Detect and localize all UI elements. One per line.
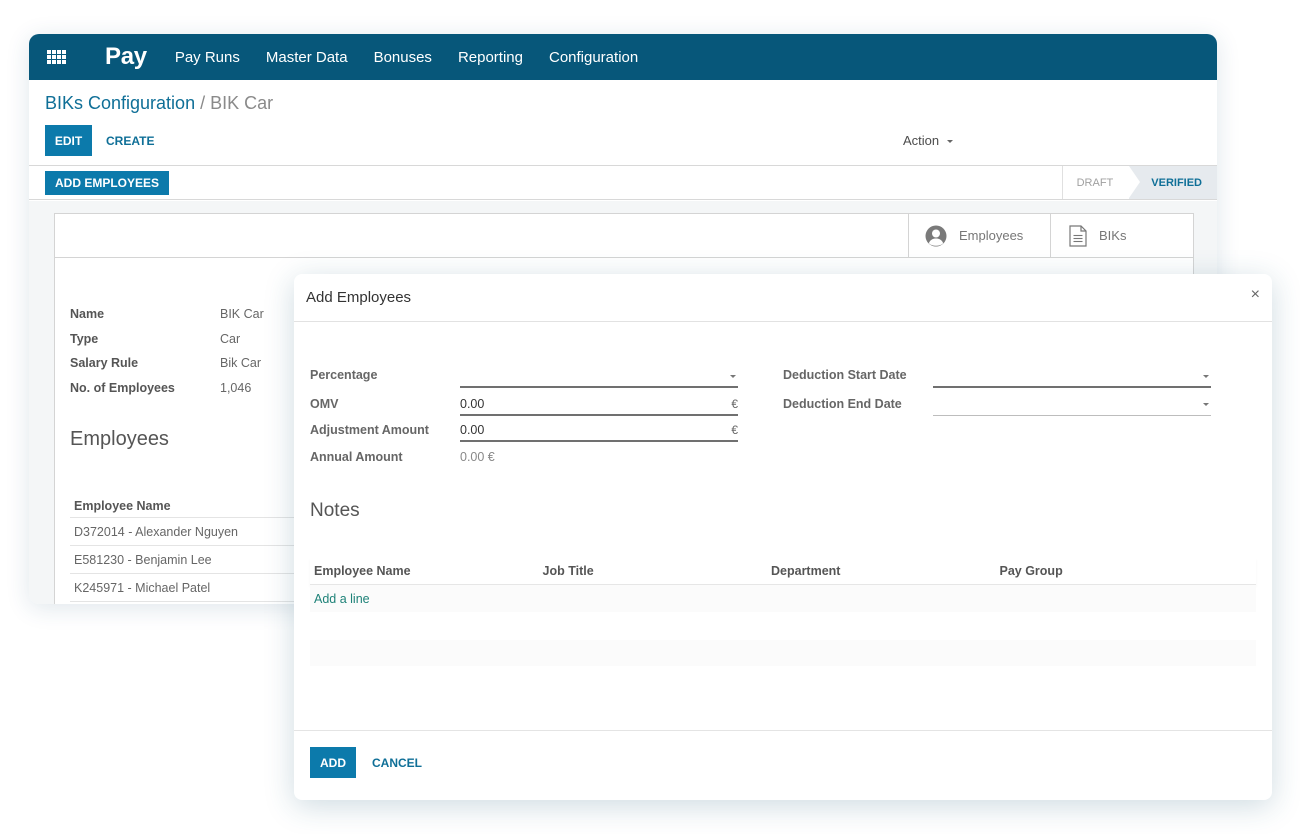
field-value: Car	[220, 331, 241, 346]
add-a-line-link[interactable]: Add a line	[314, 592, 370, 606]
add-button[interactable]: ADD	[310, 747, 356, 778]
status-bar: ADD EMPLOYEES DRAFT VERIFIED	[29, 166, 1217, 200]
top-navbar: Pay Pay Runs Master Data Bonuses Reporti…	[29, 34, 1217, 80]
breadcrumb-current: BIK Car	[210, 93, 274, 113]
deduction-end-date-input[interactable]	[933, 394, 1211, 416]
breadcrumb-separator: /	[200, 93, 206, 113]
field-type: Type Car	[70, 327, 264, 352]
euro-currency-symbol: €	[731, 397, 738, 411]
deduction-start-date-label: Deduction Start Date	[783, 368, 907, 382]
control-panel: BIKs Configuration / BIK Car EDIT CREATE	[29, 80, 1217, 166]
status-steps: DRAFT VERIFIED	[1061, 166, 1217, 199]
percentage-label: Percentage	[310, 368, 378, 382]
create-button[interactable]: CREATE	[106, 125, 154, 156]
breadcrumb-parent-link[interactable]: BIKs Configuration	[45, 93, 195, 113]
close-icon[interactable]: ×	[1251, 287, 1260, 303]
apps-grid-icon[interactable]	[47, 49, 67, 65]
nav-pay-runs[interactable]: Pay Runs	[175, 49, 240, 66]
dialog-header: Add Employees ×	[294, 274, 1272, 322]
cancel-button[interactable]: CANCEL	[372, 747, 422, 778]
employees-table: Employee Name D372014 - Alexander Nguyen…	[70, 494, 300, 602]
employee-name-column-header[interactable]: Employee Name	[70, 494, 300, 518]
adjustment-amount-value: 0.00	[460, 423, 485, 437]
action-dropdown[interactable]: Action	[903, 133, 953, 148]
field-label: Salary Rule	[70, 356, 139, 371]
euro-currency-symbol: €	[731, 423, 738, 437]
notes-section-title: Notes	[310, 500, 360, 521]
edit-button[interactable]: EDIT	[45, 125, 92, 156]
nav-bonuses[interactable]: Bonuses	[374, 49, 432, 66]
add-employees-dialog: Add Employees × Percentage OMV 0.00 € Ad…	[294, 274, 1272, 800]
employees-stat-label: Employees	[959, 228, 1024, 243]
dialog-title: Add Employees	[306, 289, 412, 306]
caret-down-icon	[1203, 374, 1209, 378]
app-title: Pay	[105, 43, 147, 70]
field-label: Name	[70, 307, 105, 322]
biks-stat-label: BIKs	[1099, 228, 1127, 243]
omv-label: OMV	[310, 397, 339, 411]
document-icon	[1069, 224, 1087, 247]
field-value: Bik Car	[220, 356, 261, 371]
annual-amount-value: 0.00 €	[460, 450, 495, 464]
caret-down-icon	[946, 140, 953, 144]
nav-master-data[interactable]: Master Data	[266, 49, 348, 66]
button-box: Employees BIKs	[55, 214, 1193, 258]
column-pay-group[interactable]: Pay Group	[996, 564, 1225, 578]
field-value: 1,046	[220, 380, 252, 395]
empty-row	[310, 640, 1256, 666]
column-department[interactable]: Department	[767, 564, 996, 578]
adjustment-amount-label: Adjustment Amount	[310, 423, 429, 437]
status-verified[interactable]: VERIFIED	[1129, 166, 1217, 199]
field-name: Name BIK Car	[70, 302, 264, 327]
nav-reporting[interactable]: Reporting	[458, 49, 523, 66]
field-label: Type	[70, 331, 99, 346]
add-employees-button[interactable]: ADD EMPLOYEES	[45, 171, 170, 195]
deduction-end-date-label: Deduction End Date	[783, 397, 902, 411]
adjustment-amount-input[interactable]: 0.00 €	[460, 420, 738, 442]
caret-down-icon	[1203, 403, 1209, 406]
user-circle-icon	[925, 225, 947, 246]
action-label: Action	[903, 133, 940, 148]
column-employee-name[interactable]: Employee Name	[310, 564, 539, 578]
breadcrumb: BIKs Configuration / BIK Car	[45, 93, 273, 114]
field-value: BIK Car	[220, 307, 264, 322]
table-row[interactable]: K245971 - Michael Patel	[70, 574, 300, 602]
caret-down-icon	[730, 374, 736, 378]
field-label: No. of Employees	[70, 380, 175, 395]
status-draft[interactable]: DRAFT	[1061, 166, 1140, 199]
field-no-of-employees: No. of Employees 1,046	[70, 376, 264, 401]
biks-stat-button[interactable]: BIKs	[1050, 214, 1194, 257]
employees-section-title: Employees	[70, 428, 169, 450]
add-line-row: Add a line	[310, 585, 1256, 612]
table-row[interactable]: D372014 - Alexander Nguyen	[70, 518, 300, 546]
employees-stat-button[interactable]: Employees	[908, 214, 1050, 257]
percentage-select[interactable]	[460, 366, 738, 388]
omv-input[interactable]: 0.00 €	[460, 394, 738, 416]
field-salary-rule: Salary Rule Bik Car	[70, 351, 264, 376]
bik-fields: Name BIK Car Type Car Salary Rule Bik Ca…	[70, 302, 264, 400]
dialog-footer: ADD CANCEL	[294, 730, 1272, 800]
omv-value: 0.00	[460, 397, 485, 411]
deduction-start-date-input[interactable]	[933, 366, 1211, 388]
annual-amount-label: Annual Amount	[310, 450, 403, 464]
table-header: Employee Name Job Title Department Pay G…	[310, 558, 1256, 585]
nav-configuration[interactable]: Configuration	[549, 49, 638, 66]
column-job-title[interactable]: Job Title	[539, 564, 768, 578]
table-row[interactable]: E581230 - Benjamin Lee	[70, 546, 300, 574]
employee-lines-table: Employee Name Job Title Department Pay G…	[310, 558, 1256, 666]
